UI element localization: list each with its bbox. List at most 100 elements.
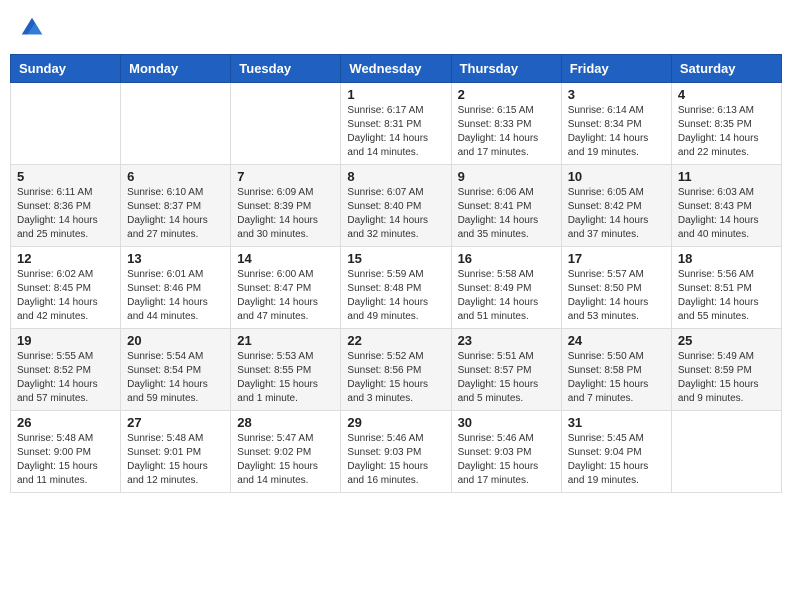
page-header [10, 10, 782, 46]
day-info: Sunrise: 6:13 AMSunset: 8:35 PMDaylight:… [678, 104, 775, 160]
calendar-cell: 7 Sunrise: 6:09 AMSunset: 8:39 PMDayligh… [231, 165, 341, 247]
calendar-cell: 3 Sunrise: 6:14 AMSunset: 8:34 PMDayligh… [561, 83, 671, 165]
calendar-cell: 11 Sunrise: 6:03 AMSunset: 8:43 PMDaylig… [671, 165, 781, 247]
day-number: 20 [127, 333, 224, 348]
day-info: Sunrise: 6:15 AMSunset: 8:33 PMDaylight:… [458, 104, 555, 160]
day-info: Sunrise: 5:45 AMSunset: 9:04 PMDaylight:… [568, 432, 665, 488]
day-info: Sunrise: 5:50 AMSunset: 8:58 PMDaylight:… [568, 350, 665, 406]
day-info: Sunrise: 6:14 AMSunset: 8:34 PMDaylight:… [568, 104, 665, 160]
day-info: Sunrise: 5:51 AMSunset: 8:57 PMDaylight:… [458, 350, 555, 406]
day-number: 19 [17, 333, 114, 348]
day-number: 31 [568, 415, 665, 430]
calendar-cell: 21 Sunrise: 5:53 AMSunset: 8:55 PMDaylig… [231, 329, 341, 411]
calendar-cell: 2 Sunrise: 6:15 AMSunset: 8:33 PMDayligh… [451, 83, 561, 165]
day-number: 21 [237, 333, 334, 348]
day-number: 5 [17, 169, 114, 184]
calendar-week-row: 5 Sunrise: 6:11 AMSunset: 8:36 PMDayligh… [11, 165, 782, 247]
day-number: 6 [127, 169, 224, 184]
day-number: 1 [347, 87, 444, 102]
calendar-cell: 16 Sunrise: 5:58 AMSunset: 8:49 PMDaylig… [451, 247, 561, 329]
day-number: 14 [237, 251, 334, 266]
day-info: Sunrise: 6:17 AMSunset: 8:31 PMDaylight:… [347, 104, 444, 160]
calendar-cell: 13 Sunrise: 6:01 AMSunset: 8:46 PMDaylig… [121, 247, 231, 329]
day-info: Sunrise: 6:01 AMSunset: 8:46 PMDaylight:… [127, 268, 224, 324]
calendar-cell: 5 Sunrise: 6:11 AMSunset: 8:36 PMDayligh… [11, 165, 121, 247]
day-info: Sunrise: 6:03 AMSunset: 8:43 PMDaylight:… [678, 186, 775, 242]
day-info: Sunrise: 6:11 AMSunset: 8:36 PMDaylight:… [17, 186, 114, 242]
calendar-cell: 18 Sunrise: 5:56 AMSunset: 8:51 PMDaylig… [671, 247, 781, 329]
day-info: Sunrise: 5:46 AMSunset: 9:03 PMDaylight:… [458, 432, 555, 488]
day-info: Sunrise: 5:55 AMSunset: 8:52 PMDaylight:… [17, 350, 114, 406]
day-number: 15 [347, 251, 444, 266]
day-number: 23 [458, 333, 555, 348]
day-number: 26 [17, 415, 114, 430]
day-number: 28 [237, 415, 334, 430]
day-number: 27 [127, 415, 224, 430]
calendar-cell: 9 Sunrise: 6:06 AMSunset: 8:41 PMDayligh… [451, 165, 561, 247]
calendar-cell: 4 Sunrise: 6:13 AMSunset: 8:35 PMDayligh… [671, 83, 781, 165]
day-number: 10 [568, 169, 665, 184]
day-number: 7 [237, 169, 334, 184]
day-number: 18 [678, 251, 775, 266]
day-number: 17 [568, 251, 665, 266]
day-info: Sunrise: 5:57 AMSunset: 8:50 PMDaylight:… [568, 268, 665, 324]
calendar-cell: 12 Sunrise: 6:02 AMSunset: 8:45 PMDaylig… [11, 247, 121, 329]
calendar-cell: 22 Sunrise: 5:52 AMSunset: 8:56 PMDaylig… [341, 329, 451, 411]
calendar-cell: 25 Sunrise: 5:49 AMSunset: 8:59 PMDaylig… [671, 329, 781, 411]
weekday-header-tuesday: Tuesday [231, 55, 341, 83]
logo [18, 14, 50, 42]
calendar-cell [11, 83, 121, 165]
calendar-cell: 19 Sunrise: 5:55 AMSunset: 8:52 PMDaylig… [11, 329, 121, 411]
day-number: 9 [458, 169, 555, 184]
day-number: 22 [347, 333, 444, 348]
weekday-header-wednesday: Wednesday [341, 55, 451, 83]
day-info: Sunrise: 6:06 AMSunset: 8:41 PMDaylight:… [458, 186, 555, 242]
day-number: 4 [678, 87, 775, 102]
day-info: Sunrise: 5:49 AMSunset: 8:59 PMDaylight:… [678, 350, 775, 406]
day-info: Sunrise: 6:10 AMSunset: 8:37 PMDaylight:… [127, 186, 224, 242]
day-info: Sunrise: 5:48 AMSunset: 9:01 PMDaylight:… [127, 432, 224, 488]
calendar-cell: 27 Sunrise: 5:48 AMSunset: 9:01 PMDaylig… [121, 411, 231, 493]
calendar-cell: 17 Sunrise: 5:57 AMSunset: 8:50 PMDaylig… [561, 247, 671, 329]
day-info: Sunrise: 6:05 AMSunset: 8:42 PMDaylight:… [568, 186, 665, 242]
day-number: 25 [678, 333, 775, 348]
weekday-header-saturday: Saturday [671, 55, 781, 83]
day-number: 30 [458, 415, 555, 430]
calendar-cell: 20 Sunrise: 5:54 AMSunset: 8:54 PMDaylig… [121, 329, 231, 411]
day-info: Sunrise: 6:09 AMSunset: 8:39 PMDaylight:… [237, 186, 334, 242]
day-number: 2 [458, 87, 555, 102]
calendar-cell: 28 Sunrise: 5:47 AMSunset: 9:02 PMDaylig… [231, 411, 341, 493]
weekday-header-monday: Monday [121, 55, 231, 83]
day-info: Sunrise: 6:00 AMSunset: 8:47 PMDaylight:… [237, 268, 334, 324]
day-info: Sunrise: 5:46 AMSunset: 9:03 PMDaylight:… [347, 432, 444, 488]
weekday-header-thursday: Thursday [451, 55, 561, 83]
weekday-header-friday: Friday [561, 55, 671, 83]
calendar-week-row: 1 Sunrise: 6:17 AMSunset: 8:31 PMDayligh… [11, 83, 782, 165]
day-number: 16 [458, 251, 555, 266]
calendar-cell: 30 Sunrise: 5:46 AMSunset: 9:03 PMDaylig… [451, 411, 561, 493]
calendar-week-row: 12 Sunrise: 6:02 AMSunset: 8:45 PMDaylig… [11, 247, 782, 329]
day-info: Sunrise: 6:02 AMSunset: 8:45 PMDaylight:… [17, 268, 114, 324]
day-number: 11 [678, 169, 775, 184]
calendar-cell: 1 Sunrise: 6:17 AMSunset: 8:31 PMDayligh… [341, 83, 451, 165]
calendar-cell: 31 Sunrise: 5:45 AMSunset: 9:04 PMDaylig… [561, 411, 671, 493]
calendar-cell [121, 83, 231, 165]
day-info: Sunrise: 5:53 AMSunset: 8:55 PMDaylight:… [237, 350, 334, 406]
day-info: Sunrise: 5:52 AMSunset: 8:56 PMDaylight:… [347, 350, 444, 406]
calendar-cell [671, 411, 781, 493]
calendar-cell: 29 Sunrise: 5:46 AMSunset: 9:03 PMDaylig… [341, 411, 451, 493]
day-info: Sunrise: 5:54 AMSunset: 8:54 PMDaylight:… [127, 350, 224, 406]
logo-icon [18, 14, 46, 42]
day-number: 12 [17, 251, 114, 266]
day-info: Sunrise: 5:47 AMSunset: 9:02 PMDaylight:… [237, 432, 334, 488]
calendar-cell: 14 Sunrise: 6:00 AMSunset: 8:47 PMDaylig… [231, 247, 341, 329]
calendar-cell: 10 Sunrise: 6:05 AMSunset: 8:42 PMDaylig… [561, 165, 671, 247]
day-info: Sunrise: 5:56 AMSunset: 8:51 PMDaylight:… [678, 268, 775, 324]
day-info: Sunrise: 6:07 AMSunset: 8:40 PMDaylight:… [347, 186, 444, 242]
weekday-header-sunday: Sunday [11, 55, 121, 83]
day-info: Sunrise: 5:58 AMSunset: 8:49 PMDaylight:… [458, 268, 555, 324]
calendar-cell: 8 Sunrise: 6:07 AMSunset: 8:40 PMDayligh… [341, 165, 451, 247]
calendar-cell: 26 Sunrise: 5:48 AMSunset: 9:00 PMDaylig… [11, 411, 121, 493]
calendar-header-row: SundayMondayTuesdayWednesdayThursdayFrid… [11, 55, 782, 83]
day-number: 3 [568, 87, 665, 102]
